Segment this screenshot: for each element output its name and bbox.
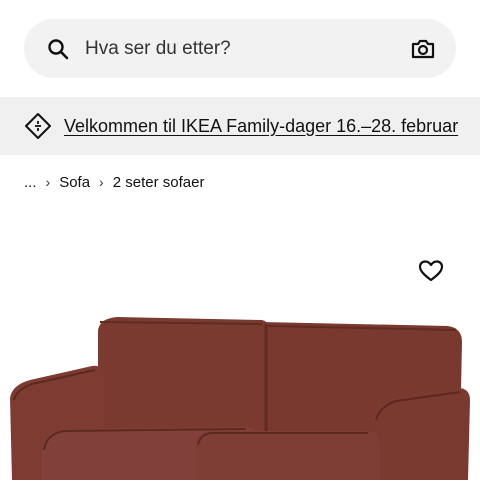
- breadcrumb-ellipsis[interactable]: ...: [24, 174, 37, 191]
- breadcrumb-separator: ›: [99, 174, 104, 190]
- search-icon[interactable]: [47, 38, 69, 60]
- search-bar[interactable]: Hva ser du etter?: [24, 19, 456, 78]
- breadcrumb-separator: ›: [45, 174, 51, 190]
- sofa-illustration: [10, 317, 470, 480]
- heart-icon[interactable]: [418, 259, 444, 283]
- search-input[interactable]: Hva ser du etter?: [85, 38, 410, 60]
- promo-link[interactable]: Velkommen til IKEA Family-dager 16.–28. …: [64, 116, 458, 137]
- promo-banner[interactable]: Velkommen til IKEA Family-dager 16.–28. …: [0, 97, 480, 155]
- tag-icon: [24, 112, 52, 140]
- product-image[interactable]: [0, 300, 480, 480]
- camera-icon[interactable]: [410, 36, 436, 62]
- breadcrumb: ... › Sofa › 2 seter sofaer: [24, 170, 204, 194]
- breadcrumb-item-sofa[interactable]: Sofa: [59, 174, 90, 191]
- breadcrumb-item-2-seter-sofaer[interactable]: 2 seter sofaer: [113, 174, 205, 191]
